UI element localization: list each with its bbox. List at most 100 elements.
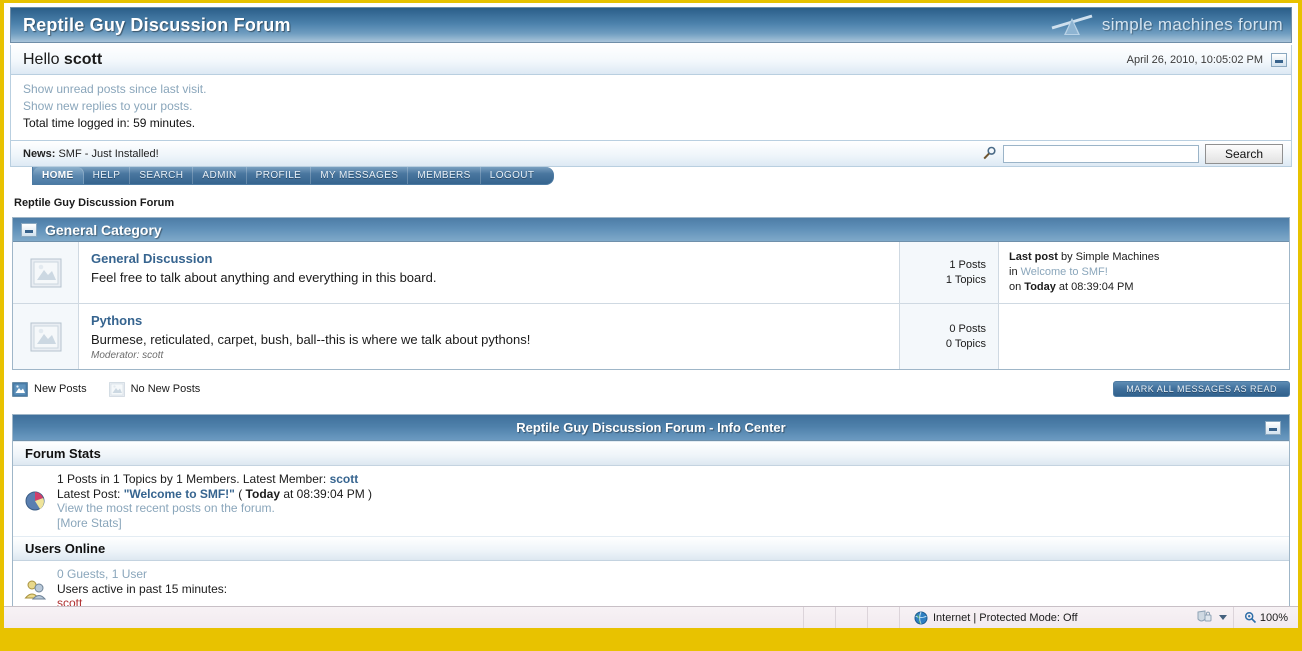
show-unread-posts-link[interactable]: Show unread posts since last visit. bbox=[23, 81, 1279, 98]
category-title[interactable]: General Category bbox=[45, 222, 162, 238]
breadcrumb[interactable]: Reptile Guy Discussion Forum bbox=[14, 197, 1298, 209]
greeting-bar: Hello scott April 26, 2010, 10:05:02 PM bbox=[10, 45, 1292, 75]
search-area: Search bbox=[982, 143, 1283, 164]
status-bar-segment bbox=[836, 606, 868, 628]
nav-tab-my-messages[interactable]: MY MESSAGES bbox=[311, 167, 409, 184]
zoom-icon bbox=[1244, 611, 1256, 624]
security-zone-indicator[interactable]: Internet | Protected Mode: Off bbox=[900, 611, 1078, 625]
board-icon-cell bbox=[13, 242, 79, 303]
status-bar-left-segment bbox=[4, 606, 804, 628]
main-navigation: HOME HELP SEARCH ADMIN PROFILE MY MESSAG… bbox=[10, 167, 1292, 187]
search-input[interactable] bbox=[1003, 144, 1199, 163]
nav-tab-list: HOME HELP SEARCH ADMIN PROFILE MY MESSAG… bbox=[32, 167, 555, 185]
browser-window: Reptile Guy Discussion Forum simple mach… bbox=[0, 0, 1302, 651]
nav-tab-members[interactable]: MEMBERS bbox=[408, 167, 481, 184]
greeting-text: Hello scott bbox=[23, 51, 102, 69]
nav-tab-admin[interactable]: ADMIN bbox=[193, 167, 247, 184]
latest-post-time: at 08:39:04 PM ) bbox=[280, 486, 373, 501]
legend-new-posts: New Posts bbox=[12, 381, 87, 397]
forum-stats-text: 1 Posts in 1 Topics by 1 Members. Latest… bbox=[57, 470, 1289, 532]
lastpost-author: by Simple Machines bbox=[1057, 251, 1160, 263]
username-label: scott bbox=[63, 50, 103, 68]
legend-no-new-posts: No New Posts bbox=[108, 381, 201, 397]
search-button[interactable]: Search bbox=[1205, 143, 1283, 164]
board-link-general-discussion[interactable]: General Discussion bbox=[91, 251, 212, 266]
current-datetime: April 26, 2010, 10:05:02 PM bbox=[1126, 53, 1263, 66]
magnifier-icon bbox=[983, 146, 996, 160]
lastpost-on-label: on bbox=[1009, 281, 1025, 293]
globe-icon bbox=[914, 611, 928, 624]
board-link-pythons[interactable]: Pythons bbox=[91, 313, 142, 328]
legend-items: New Posts No New Posts bbox=[12, 381, 201, 397]
news-search-bar: News: SMF - Just Installed! Search bbox=[10, 141, 1292, 167]
board-info-cell: General Discussion Feel free to talk abo… bbox=[79, 242, 899, 303]
collapse-icon[interactable] bbox=[1265, 420, 1281, 435]
new-posts-icon bbox=[12, 381, 28, 397]
board-row: General Discussion Feel free to talk abo… bbox=[13, 242, 1289, 304]
moderator-name[interactable]: scott bbox=[142, 350, 163, 361]
mark-all-read-button[interactable]: MARK ALL MESSAGES AS READ bbox=[1113, 381, 1290, 397]
latest-post-label: Latest Post: bbox=[57, 486, 124, 501]
forum-page: Reptile Guy Discussion Forum simple mach… bbox=[4, 7, 1298, 628]
legend-no-new-posts-label: No New Posts bbox=[130, 383, 201, 395]
status-bar-right: 100% bbox=[1196, 606, 1298, 628]
more-stats-link[interactable]: [More Stats] bbox=[57, 516, 122, 530]
no-new-posts-icon bbox=[108, 381, 125, 397]
collapse-icon[interactable] bbox=[1271, 52, 1287, 67]
board-description: Burmese, reticulated, carpet, bush, ball… bbox=[91, 332, 531, 347]
shield-icon[interactable] bbox=[1196, 610, 1213, 625]
smf-logo[interactable]: simple machines forum bbox=[1050, 11, 1283, 39]
forum-stats-body: 1 Posts in 1 Topics by 1 Members. Latest… bbox=[13, 466, 1289, 536]
forum-header: Reptile Guy Discussion Forum simple mach… bbox=[10, 7, 1292, 43]
latest-post-open-paren: ( bbox=[234, 486, 246, 501]
pie-chart-icon bbox=[25, 491, 45, 511]
lastpost-line3: on Today at 08:39:04 PM bbox=[1009, 280, 1281, 295]
board-info-cell: Pythons Burmese, reticulated, carpet, bu… bbox=[79, 304, 899, 369]
nav-tab-search[interactable]: SEARCH bbox=[130, 167, 194, 184]
lastpost-time: at 08:39:04 PM bbox=[1055, 281, 1134, 293]
nav-tab-logout[interactable]: LOGOUT bbox=[481, 167, 544, 184]
show-new-replies-link[interactable]: Show new replies to your posts. bbox=[23, 98, 1279, 115]
security-zone-text: Internet | Protected Mode: Off bbox=[933, 611, 1078, 624]
nav-tab-profile[interactable]: PROFILE bbox=[247, 167, 312, 184]
legend-row: New Posts No New Posts MARK ALL MESSAGES… bbox=[12, 378, 1290, 400]
board-stats-cell: 1 Posts 1 Topics bbox=[899, 242, 999, 303]
browser-viewport: Reptile Guy Discussion Forum simple mach… bbox=[4, 3, 1298, 628]
collapse-icon[interactable] bbox=[21, 222, 37, 237]
board-topics-count: 0 Topics bbox=[945, 337, 986, 350]
zoom-control[interactable]: 100% bbox=[1232, 606, 1288, 628]
users-active-label: Users active in past 15 minutes: bbox=[57, 581, 228, 596]
forum-stats-title: Forum Stats bbox=[13, 441, 1289, 466]
board-topics-count: 1 Topics bbox=[945, 273, 986, 286]
moderator-label: Moderator: bbox=[91, 350, 143, 361]
forum-stats-line4: [More Stats] bbox=[57, 516, 1289, 531]
lastpost-topic-link[interactable]: Welcome to SMF! bbox=[1021, 266, 1108, 278]
greeting-right: April 26, 2010, 10:05:02 PM bbox=[1126, 52, 1287, 67]
browser-status-bar: Internet | Protected Mode: Off 100% bbox=[4, 606, 1298, 628]
board-lastpost-cell bbox=[999, 304, 1289, 369]
nav-tab-help[interactable]: HELP bbox=[84, 167, 131, 184]
board-description: Feel free to talk about anything and eve… bbox=[91, 270, 437, 285]
board-posts-count: 0 Posts bbox=[949, 322, 986, 335]
news-text: News: SMF - Just Installed! bbox=[23, 148, 159, 160]
news-label: News: bbox=[23, 147, 56, 160]
forum-stats-line1: 1 Posts in 1 Topics by 1 Members. Latest… bbox=[57, 472, 1289, 487]
forum-title: Reptile Guy Discussion Forum bbox=[23, 14, 291, 35]
board-moderator: Moderator: scott bbox=[91, 350, 889, 361]
lever-fulcrum-icon bbox=[1051, 14, 1093, 35]
users-online-count: 0 Guests, 1 User bbox=[57, 567, 148, 581]
nav-tab-home[interactable]: HOME bbox=[33, 167, 84, 184]
smf-logo-text: simple machines forum bbox=[1101, 15, 1283, 34]
news-message: SMF - Just Installed! bbox=[58, 147, 159, 160]
info-center-title: Reptile Guy Discussion Forum - Info Cent… bbox=[516, 420, 786, 435]
lastpost-line1: Last post by Simple Machines bbox=[1009, 250, 1281, 265]
category-header: General Category bbox=[13, 218, 1289, 242]
latest-post-link[interactable]: "Welcome to SMF!" bbox=[124, 487, 235, 501]
forum-stats-counts: 1 Posts in 1 Topics by 1 Members. Latest… bbox=[57, 472, 330, 486]
board-icon-cell bbox=[13, 304, 79, 369]
chevron-down-icon[interactable] bbox=[1218, 615, 1227, 620]
recent-posts-link[interactable]: View the most recent posts on the forum. bbox=[57, 501, 275, 515]
latest-member-link[interactable]: scott bbox=[330, 472, 359, 486]
board-row: Pythons Burmese, reticulated, carpet, bu… bbox=[13, 304, 1289, 369]
users-online-title: Users Online bbox=[13, 536, 1289, 561]
